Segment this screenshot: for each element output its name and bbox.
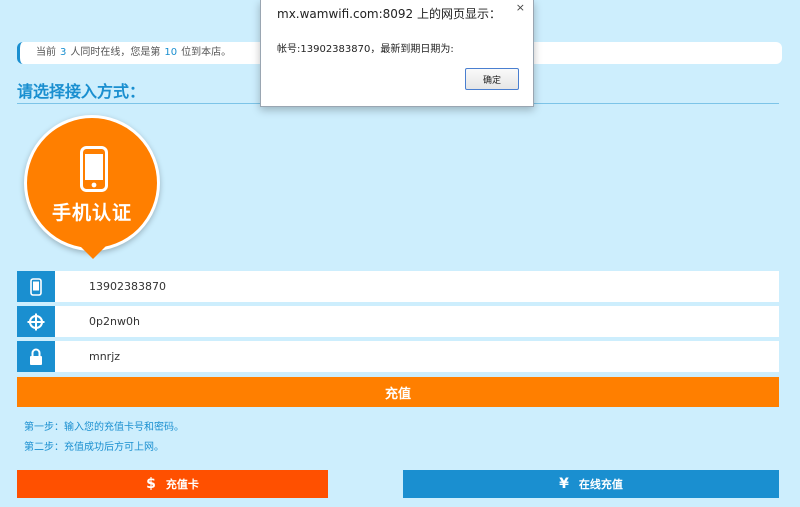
recharge-button[interactable]: 充值 (17, 377, 779, 407)
card-recharge-button[interactable]: $ 充值卡 (17, 470, 328, 498)
online-recharge-button[interactable]: ¥ 在线充值 (403, 470, 779, 498)
status-middle: 人同时在线，您是第 (70, 47, 161, 58)
alert-dialog: mx.wamwifi.com:8092 上的网页显示： × 帐号:1390238… (260, 0, 534, 107)
card-recharge-label: 充值卡 (165, 478, 199, 491)
phone-input[interactable] (89, 271, 689, 302)
password-field-row (17, 341, 779, 372)
status-suffix: 位到本店。 (181, 47, 232, 58)
phone-icon (30, 277, 42, 296)
close-icon[interactable]: × (516, 1, 525, 14)
card-number-input[interactable] (89, 306, 689, 337)
online-recharge-label: 在线充值 (578, 478, 623, 491)
yen-icon: ¥ (559, 476, 569, 492)
ok-button[interactable]: 确定 (465, 68, 519, 90)
alert-message: 帐号:13902383870，最新到期日期为: (277, 44, 454, 55)
phone-field-row (17, 271, 779, 302)
phone-auth-badge[interactable]: 手机认证 (24, 115, 160, 251)
card-field-icon-box (17, 306, 55, 337)
visitor-position: 10 (164, 47, 178, 58)
lock-icon (30, 348, 42, 365)
online-count: 3 (60, 47, 67, 58)
status-prefix: 当前 (36, 47, 56, 58)
crosshair-icon (27, 313, 45, 330)
step-one-text: 第一步：输入您的充值卡号和密码。 (24, 422, 184, 433)
phone-field-icon-box (17, 271, 55, 302)
password-input[interactable] (89, 341, 689, 372)
card-number-field-row (17, 306, 779, 337)
badge-pointer (77, 243, 109, 259)
phone-icon (80, 146, 108, 192)
password-field-icon-box (17, 341, 55, 372)
phone-auth-label: 手机认证 (51, 202, 132, 224)
section-title: 请选择接入方式： (17, 82, 146, 101)
step-two-text: 第二步：充值成功后方可上网。 (24, 442, 164, 453)
alert-title: mx.wamwifi.com:8092 上的网页显示： (277, 7, 502, 21)
dollar-icon: $ (146, 476, 156, 492)
